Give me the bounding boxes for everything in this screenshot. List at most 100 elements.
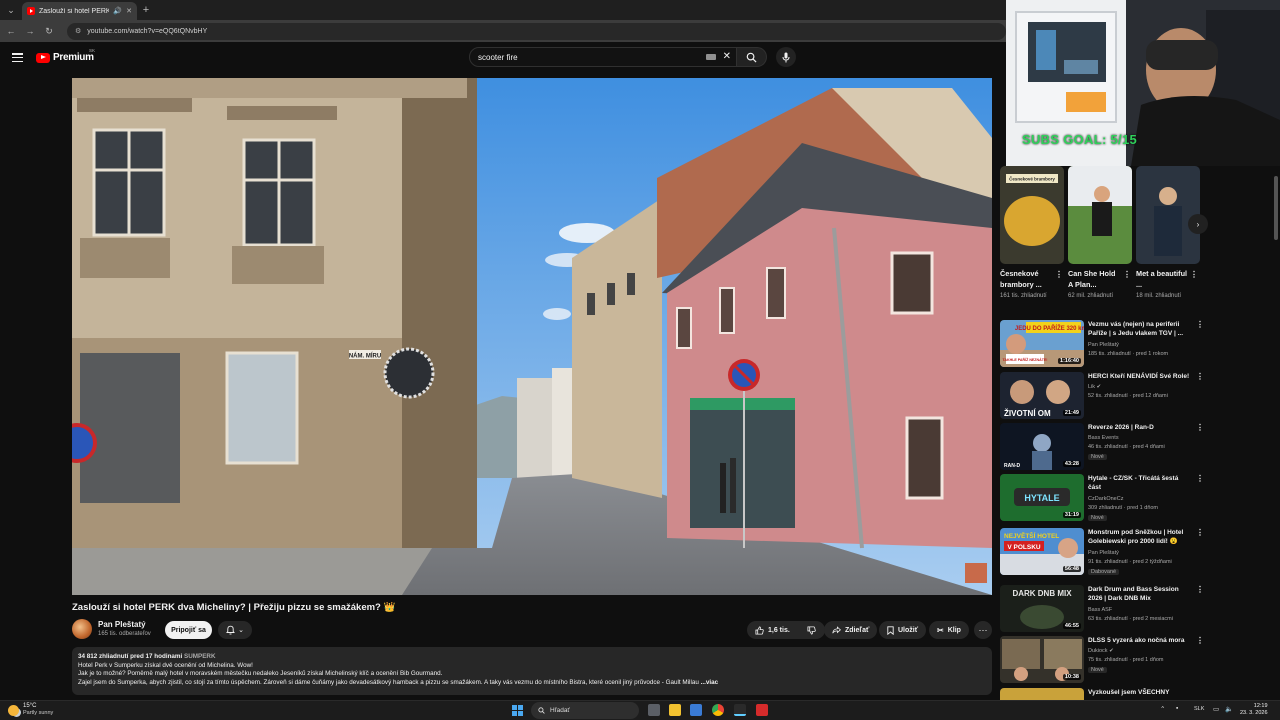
tab-search-chevron-icon[interactable]: ⌄ (0, 0, 22, 20)
video-more-icon[interactable]: ⋮ (1196, 528, 1204, 537)
search-button[interactable] (737, 47, 767, 67)
short-title[interactable]: Met a beautiful ... (1136, 268, 1188, 290)
youtube-premium-logo[interactable]: Premium SK (36, 48, 95, 63)
video-title[interactable]: DLSS 5 vyzerá ako nočná mora (1088, 636, 1192, 645)
recommended-video[interactable]: DARK DNB MIX 46:55 Dark Drum and Bass Se… (1000, 585, 1205, 635)
recommended-video[interactable]: ŽIVOTNÍ OM 21:49 HERCI Kteří NENÁVIDÍ Sv… (1000, 372, 1205, 422)
system-clock[interactable]: 12:19 23. 3. 2026 (1240, 703, 1268, 717)
input-language[interactable]: SLK (1194, 706, 1204, 712)
dislike-button[interactable] (798, 621, 824, 639)
short-thumbnail[interactable] (1136, 166, 1200, 264)
video-thumbnail[interactable] (1000, 688, 1084, 700)
video-thumbnail[interactable]: RAN-D 43:28 (1000, 423, 1084, 470)
video-title[interactable]: HERCI Kteří NENÁVIDÍ Své Role! (1088, 372, 1192, 381)
sidebar-scrollbar[interactable] (1274, 176, 1278, 240)
video-player[interactable]: NÁM. MÍRU (72, 78, 992, 595)
video-more-icon[interactable]: ⋮ (1196, 636, 1204, 645)
browser-tab[interactable]: Zaslouží si hotel PERK dva Mi 🔊 ✕ (22, 2, 137, 20)
youtube-header: Premium SK scooter fire ✕ (0, 42, 1006, 74)
short-title[interactable]: Česnekové brambory ... (1000, 268, 1052, 290)
obs-app-icon[interactable] (734, 704, 746, 716)
recommended-video[interactable]: HYTALE 31:19 Hytale - CZ/SK - Třicátá še… (1000, 474, 1205, 524)
recommended-video[interactable]: NEJVĚTŠÍ HOTEL V POLSKU 56:48 Monstrum p… (1000, 528, 1205, 578)
windows-start-icon[interactable] (512, 705, 523, 716)
shorts-next-chevron-icon[interactable]: › (1188, 214, 1208, 234)
video-thumbnail[interactable]: ŽIVOTNÍ OM 21:49 (1000, 372, 1084, 419)
video-more-icon[interactable]: ⋮ (1196, 320, 1204, 329)
video-title[interactable]: Vyzkoušel jsem VŠECHNY (1088, 688, 1192, 697)
site-info-icon[interactable]: ⚙ (75, 27, 81, 35)
voice-search-button[interactable] (776, 47, 796, 67)
url-field[interactable]: ⚙ youtube.com/watch?v=eQQ6tQNvbHY (66, 22, 1006, 40)
video-channel[interactable]: CzDarkOneCz (1088, 496, 1123, 502)
short-more-icon[interactable]: ⋮ (1055, 270, 1063, 279)
video-channel[interactable]: Bass ASF (1088, 607, 1112, 613)
acrobat-icon[interactable] (756, 704, 768, 716)
notifications-button[interactable]: ⌄ (218, 621, 252, 639)
store-icon[interactable] (690, 704, 702, 716)
video-title[interactable]: Monstrum pod Sněžkou | Hotel Golebiewski… (1088, 528, 1192, 546)
speaker-icon[interactable]: 🔊 (113, 7, 122, 15)
save-button[interactable]: Uložiť (879, 621, 927, 639)
short-thumbnail[interactable]: Česnekové brambory (1000, 166, 1064, 264)
country-code: SK (89, 48, 96, 53)
video-thumbnail[interactable]: HYTALE 31:19 (1000, 474, 1084, 521)
short-more-icon[interactable]: ⋮ (1123, 270, 1131, 279)
more-actions-icon[interactable]: ⋯ (974, 621, 992, 639)
short-more-icon[interactable]: ⋮ (1190, 270, 1198, 279)
short-title[interactable]: Can She Hold A Plan... (1068, 268, 1120, 290)
video-more-icon[interactable]: ⋮ (1196, 585, 1204, 594)
recommended-video[interactable]: 10:38 DLSS 5 vyzerá ako nočná mora Dukio… (1000, 636, 1205, 686)
channel-name[interactable]: Pan Pleštatý (98, 620, 146, 629)
video-channel[interactable]: Pan Pleštatý (1088, 550, 1119, 556)
file-explorer-icon[interactable] (669, 704, 681, 716)
video-more-icon[interactable]: ⋮ (1196, 474, 1204, 483)
clip-button[interactable]: ✂ Klip (929, 621, 969, 639)
video-channel[interactable]: Dukiock ✔ (1088, 648, 1114, 654)
forward-arrow-icon[interactable]: → (25, 26, 35, 36)
close-tab-icon[interactable]: ✕ (126, 7, 132, 15)
keyboard-icon[interactable] (706, 54, 716, 60)
back-arrow-icon[interactable]: ← (6, 26, 16, 36)
menu-icon[interactable] (12, 53, 23, 62)
tray-app-icon[interactable]: ▪ (1176, 705, 1178, 712)
recommended-video[interactable]: RAN-D 43:28 Reverze 2026 | Ran-D Bass Ev… (1000, 423, 1205, 473)
network-icon[interactable]: ▭ (1213, 705, 1219, 713)
new-badge: Nové (1088, 667, 1107, 673)
recommended-video[interactable]: JEDU DO PAŘÍŽE 320 km/h TAKHLE PAŘÍŽ NEZ… (1000, 320, 1205, 370)
taskbar-search[interactable]: Hľadať (531, 702, 639, 719)
location-tag[interactable]: ŠUMPERK (184, 653, 216, 660)
video-thumbnail[interactable]: DARK DNB MIX 46:55 (1000, 585, 1084, 632)
video-title[interactable]: Dark Drum and Bass Session 2026 | Dark D… (1088, 585, 1192, 603)
volume-icon[interactable]: 🔈 (1225, 705, 1233, 713)
video-title[interactable]: Reverze 2026 | Ran-D (1088, 423, 1192, 432)
recommended-video[interactable]: Vyzkoušel jsem VŠECHNY (1000, 688, 1205, 700)
channel-avatar[interactable] (72, 619, 92, 639)
clear-search-icon[interactable]: ✕ (723, 51, 731, 62)
reload-icon[interactable]: ↻ (44, 26, 54, 37)
short-thumbnail[interactable] (1068, 166, 1132, 264)
weather-widget[interactable]: 15°C Partly sunny (8, 703, 53, 717)
search-input[interactable]: scooter fire ✕ (469, 47, 737, 67)
task-view-icon[interactable] (648, 704, 660, 716)
video-thumbnail[interactable]: 10:38 (1000, 636, 1084, 683)
video-channel[interactable]: Bass Events (1088, 435, 1119, 441)
video-more-icon[interactable]: ⋮ (1196, 423, 1204, 432)
join-button[interactable]: Pripojiť sa (165, 621, 212, 639)
video-thumbnail[interactable]: NEJVĚTŠÍ HOTEL V POLSKU 56:48 (1000, 528, 1084, 575)
like-button[interactable]: 1,6 tis. (755, 625, 790, 635)
video-duration: 56:48 (1062, 566, 1081, 572)
video-title[interactable]: Hytale - CZ/SK - Třicátá šestá část (1088, 474, 1192, 492)
chrome-icon[interactable] (712, 704, 724, 716)
video-channel[interactable]: Pan Pleštatý (1088, 342, 1119, 348)
video-title[interactable]: Vezmu vás (nejen) na periferii Paříže | … (1088, 320, 1192, 338)
description-box[interactable]: 34 812 zhliadnutí pred 17 hodinami ŠUMPE… (72, 647, 992, 695)
tray-chevron-up-icon[interactable]: ⌃ (1160, 705, 1165, 713)
show-more-link[interactable]: ...viac (701, 679, 719, 686)
video-channel[interactable]: Lik ✔ (1088, 384, 1101, 390)
video-thumbnail[interactable]: JEDU DO PAŘÍŽE 320 km/h TAKHLE PAŘÍŽ NEZ… (1000, 320, 1084, 367)
video-more-icon[interactable]: ⋮ (1196, 372, 1204, 381)
description-text: Zajel jsem do Šumperka, abych zjistil, c… (78, 678, 699, 686)
share-button[interactable]: Zdieľať (824, 621, 878, 639)
new-tab-button[interactable]: + (137, 4, 155, 16)
